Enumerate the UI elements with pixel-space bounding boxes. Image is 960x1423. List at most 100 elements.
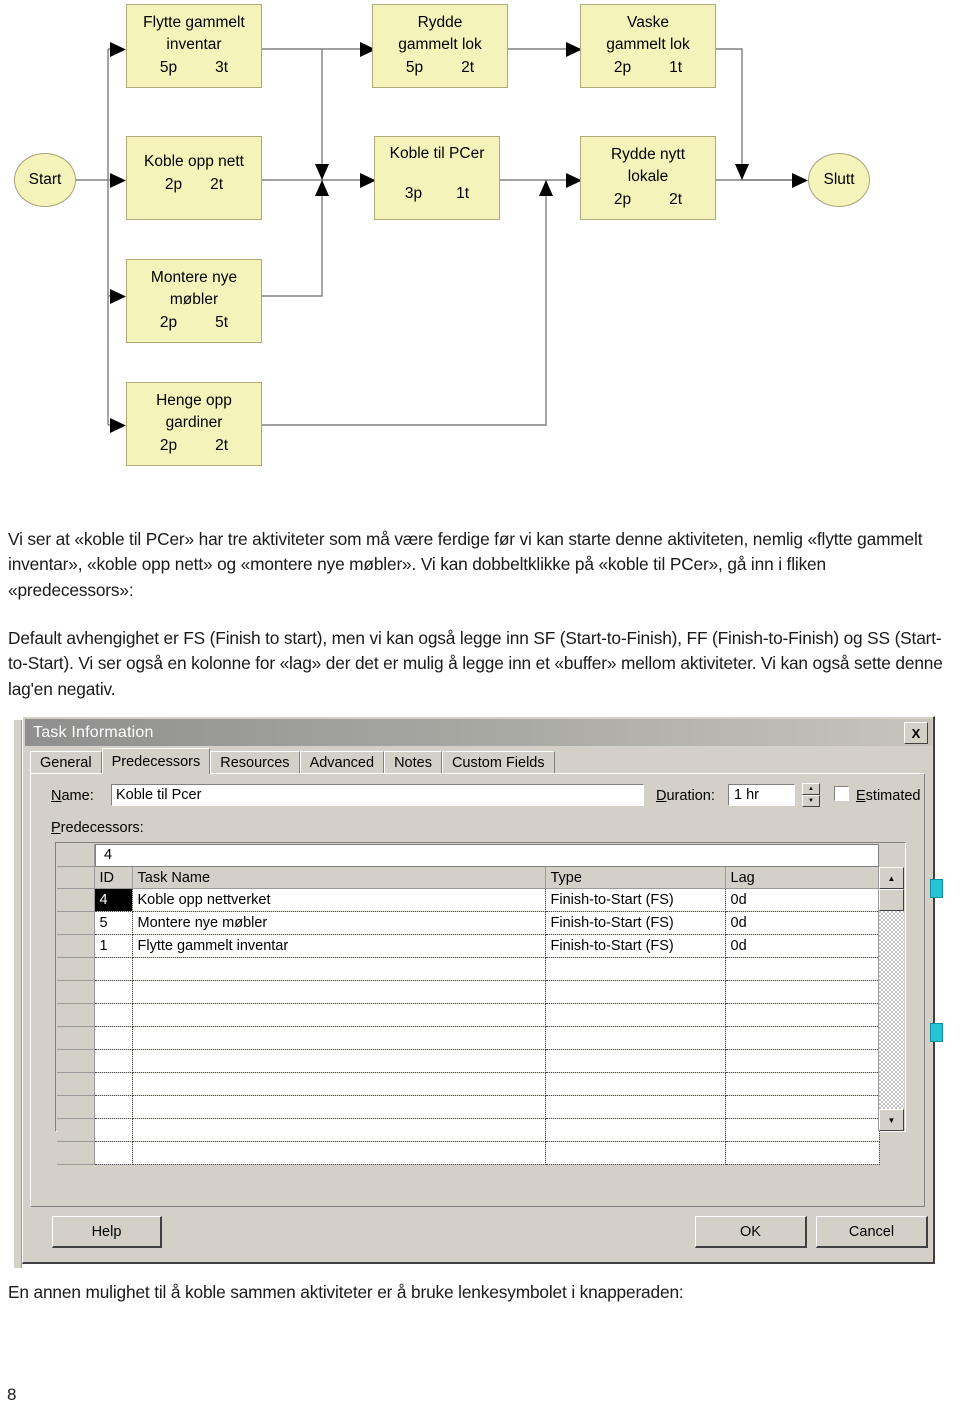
grid-edit-cell[interactable]: 4: [95, 844, 879, 867]
table-row[interactable]: 1 Flytte gammelt inventar Finish-to-Star…: [57, 934, 880, 958]
cell-task-name[interactable]: Koble opp nettverket: [132, 888, 546, 912]
scrollbar-thumb[interactable]: [879, 889, 904, 911]
table-row[interactable]: [57, 980, 880, 1004]
cell-type[interactable]: [545, 957, 726, 981]
cell-id[interactable]: 1: [94, 934, 133, 958]
row-gutter[interactable]: [57, 1118, 95, 1142]
cell-id[interactable]: [94, 957, 133, 981]
cell-type[interactable]: Finish-to-Start (FS): [545, 934, 726, 958]
cell-id[interactable]: [94, 1026, 133, 1050]
cell-type[interactable]: [545, 1003, 726, 1027]
column-header-type[interactable]: Type: [545, 867, 726, 889]
estimated-checkbox[interactable]: [834, 786, 849, 801]
row-gutter[interactable]: [57, 1072, 95, 1096]
cancel-button[interactable]: Cancel: [816, 1216, 928, 1248]
column-header-lag[interactable]: Lag: [725, 867, 880, 889]
tab-custom-fields[interactable]: Custom Fields: [441, 751, 555, 773]
cell-task-name[interactable]: Flytte gammelt inventar: [132, 934, 546, 958]
row-gutter[interactable]: [57, 1026, 95, 1050]
cell-id[interactable]: 4: [94, 888, 133, 912]
help-button[interactable]: Help: [52, 1216, 162, 1248]
cell-id[interactable]: [94, 1049, 133, 1073]
cell-lag[interactable]: [725, 1072, 880, 1096]
cell-lag[interactable]: [725, 1003, 880, 1027]
row-gutter[interactable]: [57, 980, 95, 1004]
close-icon[interactable]: X: [904, 722, 928, 744]
cell-id[interactable]: [94, 1003, 133, 1027]
table-row[interactable]: 4 Koble opp nettverket Finish-to-Start (…: [57, 888, 880, 912]
row-gutter[interactable]: [57, 1003, 95, 1027]
image-resize-handle-right-bottom[interactable]: [930, 1023, 943, 1042]
cell-id[interactable]: [94, 1095, 133, 1119]
cell-task-name[interactable]: [132, 1049, 546, 1073]
dialog-titlebar[interactable]: Task Information X: [25, 719, 932, 746]
scrollbar-track[interactable]: [879, 911, 904, 1109]
scroll-down-icon[interactable]: ▼: [879, 1109, 904, 1131]
table-row[interactable]: [57, 1141, 880, 1165]
cell-lag[interactable]: [725, 980, 880, 1004]
cell-task-name[interactable]: Montere nye møbler: [132, 911, 546, 935]
ok-button[interactable]: OK: [695, 1216, 807, 1248]
cell-type[interactable]: [545, 1141, 726, 1165]
tab-notes[interactable]: Notes: [384, 751, 442, 773]
cell-task-name[interactable]: [132, 957, 546, 981]
cell-type[interactable]: [545, 1095, 726, 1119]
grid-vertical-scrollbar[interactable]: ▲ ▼: [878, 867, 904, 1131]
row-gutter[interactable]: [57, 888, 95, 912]
cell-lag[interactable]: 0d: [725, 888, 880, 912]
cell-type[interactable]: Finish-to-Start (FS): [545, 888, 726, 912]
cell-lag[interactable]: [725, 1026, 880, 1050]
cell-lag[interactable]: [725, 1049, 880, 1073]
cell-task-name[interactable]: [132, 1141, 546, 1165]
cell-task-name[interactable]: [132, 980, 546, 1004]
table-row[interactable]: [57, 1118, 880, 1142]
cell-lag[interactable]: [725, 1141, 880, 1165]
table-row[interactable]: [57, 1003, 880, 1027]
cell-task-name[interactable]: [132, 1095, 546, 1119]
cell-task-name[interactable]: [132, 1026, 546, 1050]
row-gutter[interactable]: [57, 1141, 95, 1165]
stepper-down-icon[interactable]: ▼: [802, 795, 820, 807]
cell-lag[interactable]: 0d: [725, 934, 880, 958]
cell-id[interactable]: [94, 1141, 133, 1165]
table-row[interactable]: [57, 1072, 880, 1096]
cell-task-name[interactable]: [132, 1072, 546, 1096]
stepper-up-icon[interactable]: ▲: [802, 783, 820, 795]
cell-id[interactable]: 5: [94, 911, 133, 935]
row-gutter[interactable]: [57, 1049, 95, 1073]
cell-task-name[interactable]: [132, 1003, 546, 1027]
cell-type[interactable]: [545, 1049, 726, 1073]
column-header-id[interactable]: ID: [94, 867, 133, 889]
name-input[interactable]: Koble til Pcer: [111, 784, 644, 806]
row-gutter[interactable]: [57, 1095, 95, 1119]
scroll-up-icon[interactable]: ▲: [879, 867, 904, 889]
table-row[interactable]: [57, 1049, 880, 1073]
image-resize-handle-right-top[interactable]: [930, 879, 943, 898]
cell-id[interactable]: [94, 980, 133, 1004]
cell-type[interactable]: [545, 1026, 726, 1050]
cell-lag[interactable]: [725, 957, 880, 981]
row-gutter[interactable]: [57, 934, 95, 958]
cell-type[interactable]: [545, 1118, 726, 1142]
column-header-task-name[interactable]: Task Name: [132, 867, 546, 889]
tab-general[interactable]: General: [30, 751, 102, 773]
cell-task-name[interactable]: [132, 1118, 546, 1142]
cell-lag[interactable]: 0d: [725, 911, 880, 935]
cell-id[interactable]: [94, 1072, 133, 1096]
table-row[interactable]: 5 Montere nye møbler Finish-to-Start (FS…: [57, 911, 880, 935]
tab-predecessors[interactable]: Predecessors: [101, 748, 211, 774]
duration-stepper[interactable]: ▲ ▼: [802, 783, 820, 807]
cell-type[interactable]: [545, 1072, 726, 1096]
duration-input[interactable]: 1 hr: [728, 784, 795, 806]
row-gutter[interactable]: [57, 911, 95, 935]
cell-id[interactable]: [94, 1118, 133, 1142]
cell-type[interactable]: Finish-to-Start (FS): [545, 911, 726, 935]
row-gutter[interactable]: [57, 957, 95, 981]
table-row[interactable]: [57, 1026, 880, 1050]
table-row[interactable]: [57, 1095, 880, 1119]
cell-type[interactable]: [545, 980, 726, 1004]
tab-resources[interactable]: Resources: [210, 751, 300, 773]
table-row[interactable]: [57, 957, 880, 981]
cell-lag[interactable]: [725, 1095, 880, 1119]
tab-advanced[interactable]: Advanced: [299, 751, 385, 773]
